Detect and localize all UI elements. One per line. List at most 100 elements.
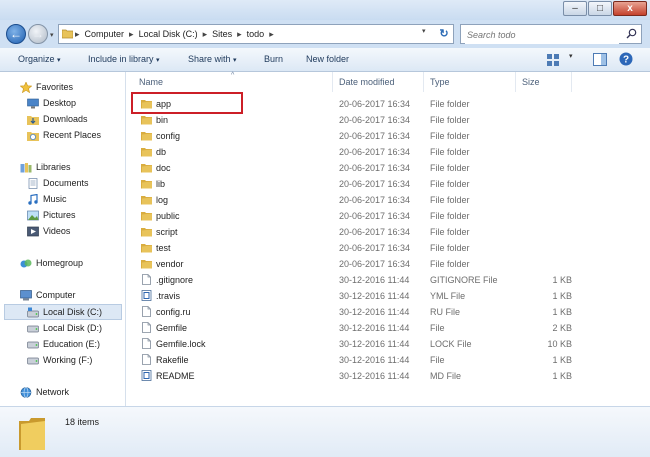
file-date-modified: 20-06-2017 16:34 [339,259,411,269]
file-date-modified: 30-12-2016 11:44 [339,355,410,365]
new-folder-button[interactable]: New folder [306,48,349,71]
column-header-name[interactable]: Name ^ [126,72,333,92]
search-icon[interactable] [626,28,637,39]
star-icon [20,82,32,93]
breadcrumb: ▸ Computer ▸ Local Disk (C:) ▸ Sites ▸ todo ▸ [75,25,279,43]
file-date-modified: 20-06-2017 16:34 [339,179,411,189]
file-size: 1 KB [552,355,572,365]
folder-icon [141,244,152,253]
file-date-modified: 20-06-2017 16:34 [339,99,411,109]
pictures-icon [27,210,39,221]
breadcrumb-separator-icon[interactable]: ▸ [237,29,242,39]
svg-text:?: ? [623,55,629,66]
table-row[interactable]: vendor 20-06-2017 16:34 File folder [126,256,650,272]
back-button[interactable]: ← [6,24,26,44]
file-date-modified: 20-06-2017 16:34 [339,211,411,221]
folder-icon [141,116,152,125]
minimize-button[interactable]: – [563,1,587,16]
file-name: Gemfile [156,323,188,333]
table-row[interactable]: Rakefile 30-12-2016 11:44 File 1 KB [126,352,650,368]
address-dropdown-icon[interactable]: ▾ [422,27,426,35]
breadcrumb-local-disk[interactable]: Local Disk (C:) [139,29,198,39]
table-row[interactable]: Gemfile 30-12-2016 11:44 File 2 KB [126,320,650,336]
breadcrumb-sites[interactable]: Sites [212,29,232,39]
file-date-modified: 30-12-2016 11:44 [339,339,410,349]
breadcrumb-separator-icon[interactable]: ▸ [129,29,134,39]
file-type: File folder [430,243,470,253]
table-row[interactable]: config 20-06-2017 16:34 File folder [126,128,650,144]
search-box[interactable] [460,24,642,44]
table-row[interactable]: lib 20-06-2017 16:34 File folder [126,176,650,192]
folder-icon [141,228,152,237]
breadcrumb-computer[interactable]: Computer [85,29,125,39]
file-name: config.ru [156,307,191,317]
drive-icon [27,341,39,349]
chevron-down-icon: ▾ [156,57,160,64]
view-options-chevron-icon[interactable]: ▾ [569,52,573,60]
file-name: .travis [156,291,181,301]
nav-music-label: Music [43,194,67,204]
folder-icon [141,180,152,189]
table-row[interactable]: config.ru 30-12-2016 11:44 RU File 1 KB [126,304,650,320]
nav-recent-label: Recent Places [43,130,102,140]
table-row[interactable]: doc 20-06-2017 16:34 File folder [126,160,650,176]
file-type: File [430,323,445,333]
share-with-menu[interactable]: Share with ▾ [188,48,237,71]
nav-education-label: Education (E:) [43,339,101,349]
table-row[interactable]: .travis 30-12-2016 11:44 YML File 1 KB [126,288,650,304]
breadcrumb-todo[interactable]: todo [247,29,265,39]
forward-button[interactable]: → [28,24,48,44]
refresh-icon[interactable]: ↻ [435,25,453,43]
file-name: .gitignore [156,275,194,285]
table-row[interactable]: README 30-12-2016 11:44 MD File 1 KB [126,368,650,384]
include-label: Include in library [88,54,154,64]
table-row[interactable]: db 20-06-2017 16:34 File folder [126,144,650,160]
file-size: 1 KB [552,275,572,285]
file-name: Rakefile [156,355,189,365]
nav-documents-label: Documents [43,178,89,188]
maximize-button[interactable]: □ [588,1,612,16]
close-button[interactable]: x [613,1,647,16]
column-header-date[interactable]: Date modified [333,72,424,92]
file-type: File folder [430,99,470,109]
column-name-label: Name [139,77,164,87]
column-header-size[interactable]: Size [516,72,572,92]
nav-libraries-label: Libraries [36,162,71,172]
folder-icon [141,148,152,157]
help-icon[interactable]: ? [619,52,633,66]
breadcrumb-separator-icon[interactable]: ▸ [269,29,274,39]
table-row[interactable]: test 20-06-2017 16:34 File folder [126,240,650,256]
app-folder-highlight [131,92,243,114]
navigation-bar: ← → ▾ ▸ Computer ▸ Local Disk (C:) ▸ Sites ▸ to… [0,20,650,48]
address-bar[interactable]: ▸ Computer ▸ Local Disk (C:) ▸ Sites ▸ todo ▸ ▾ … [58,24,454,44]
command-bar: Organize ▾ Include in library ▾ Share wi… [0,48,650,72]
file-type: File folder [430,211,470,221]
file-type: File folder [430,115,470,125]
change-view-icon[interactable] [547,54,561,66]
organize-menu[interactable]: Organize ▾ [18,48,61,71]
recent-pages-dropdown-icon[interactable]: ▾ [50,31,54,39]
table-row[interactable]: Gemfile.lock 30-12-2016 11:44 LOCK File 10 … [126,336,650,352]
include-in-library-menu[interactable]: Include in library ▾ [88,48,160,71]
nav-network-label: Network [36,387,70,397]
table-row[interactable]: script 20-06-2017 16:34 File folder [126,224,650,240]
breadcrumb-separator-icon[interactable]: ▸ [203,29,208,39]
table-row[interactable]: .gitignore 30-12-2016 11:44 GITIGNORE File… [126,272,650,288]
file-date-modified: 30-12-2016 11:44 [339,307,410,317]
column-header-type[interactable]: Type [424,72,516,92]
burn-button[interactable]: Burn [264,48,283,71]
file-list-view: Name ^ Date modified Type Size app 20-06-… [126,72,650,406]
chevron-down-icon: ▾ [57,57,61,64]
file-type: MD File [430,371,461,381]
nav-computer-label: Computer [36,290,76,300]
file-date-modified: 30-12-2016 11:44 [339,291,410,301]
table-row[interactable]: bin 20-06-2017 16:34 File folder [126,112,650,128]
folder-icon [141,196,152,205]
table-row[interactable]: log 20-06-2017 16:34 File folder [126,192,650,208]
preview-pane-icon[interactable] [593,53,607,66]
file-size: 1 KB [552,307,572,317]
table-row[interactable]: public 20-06-2017 16:34 File folder [126,208,650,224]
search-input[interactable] [465,26,619,44]
file-name: public [156,211,180,221]
nav-videos-label: Videos [43,226,71,236]
